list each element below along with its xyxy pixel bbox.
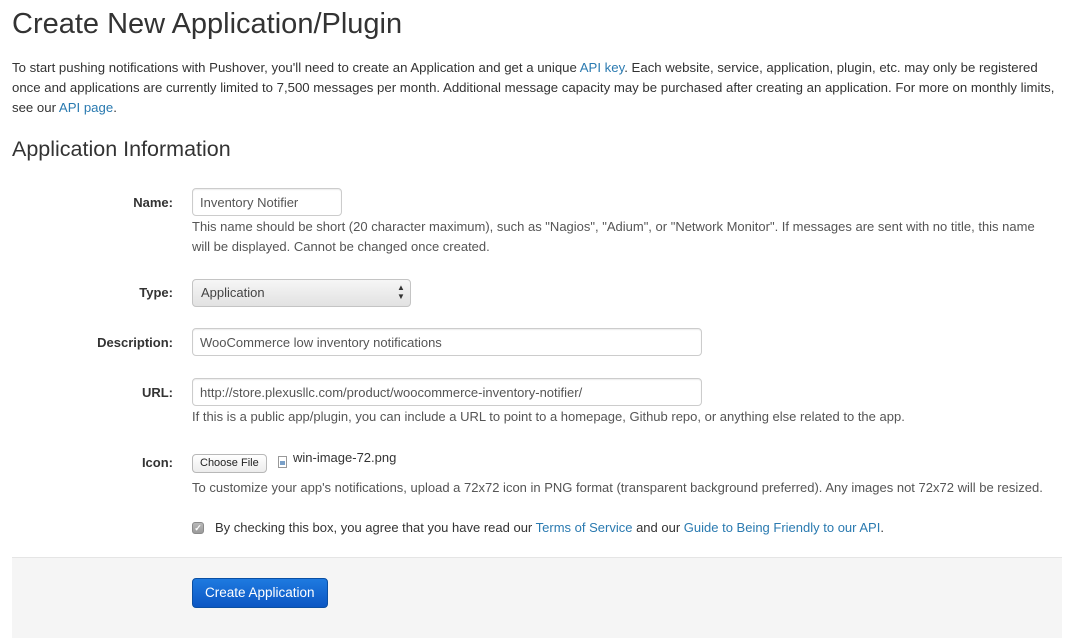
api-guide-link[interactable]: Guide to Being Friendly to our API — [684, 520, 881, 535]
terms-of-service-link[interactable]: Terms of Service — [536, 520, 633, 535]
icon-help-text: To customize your app's notifications, u… — [192, 480, 1043, 495]
agreement-text-1: By checking this box, you agree that you… — [215, 520, 536, 535]
section-title: Application Information — [12, 137, 231, 161]
type-select[interactable]: Application ▲ ▼ — [192, 279, 411, 307]
name-help-text: This name should be short (20 character … — [192, 219, 1035, 254]
file-icon — [278, 456, 287, 468]
url-help-text: If this is a public app/plugin, you can … — [192, 409, 905, 424]
agreement-text-3: . — [880, 520, 884, 535]
selected-file-name: win-image-72.png — [293, 450, 397, 465]
description-label: Description: — [97, 335, 173, 350]
name-field[interactable] — [192, 188, 342, 216]
select-arrows-icon: ▲ ▼ — [397, 283, 405, 301]
page-title: Create New Application/Plugin — [12, 8, 403, 40]
type-selected-value: Application — [201, 285, 265, 300]
api-page-link[interactable]: API page — [59, 100, 113, 115]
choose-file-button[interactable]: Choose File — [192, 454, 267, 473]
icon-label: Icon: — [141, 455, 173, 470]
name-label: Name: — [133, 195, 173, 210]
form-actions: Create Application — [12, 557, 1062, 638]
agreement-text: By checking this box, you agree that you… — [215, 518, 884, 538]
agree-checkbox[interactable]: ✓ — [192, 522, 204, 534]
url-label: URL: — [141, 385, 173, 400]
create-application-button[interactable]: Create Application — [192, 578, 328, 608]
agreement-text-2: and our — [632, 520, 684, 535]
type-label: Type: — [139, 285, 173, 300]
url-field[interactable] — [192, 378, 702, 406]
intro-paragraph: To start pushing notifications with Push… — [12, 58, 1058, 118]
description-field[interactable] — [192, 328, 702, 356]
api-key-link[interactable]: API key — [580, 60, 624, 75]
intro-text-1: To start pushing notifications with Push… — [12, 60, 580, 75]
intro-text-3: . — [113, 100, 117, 115]
